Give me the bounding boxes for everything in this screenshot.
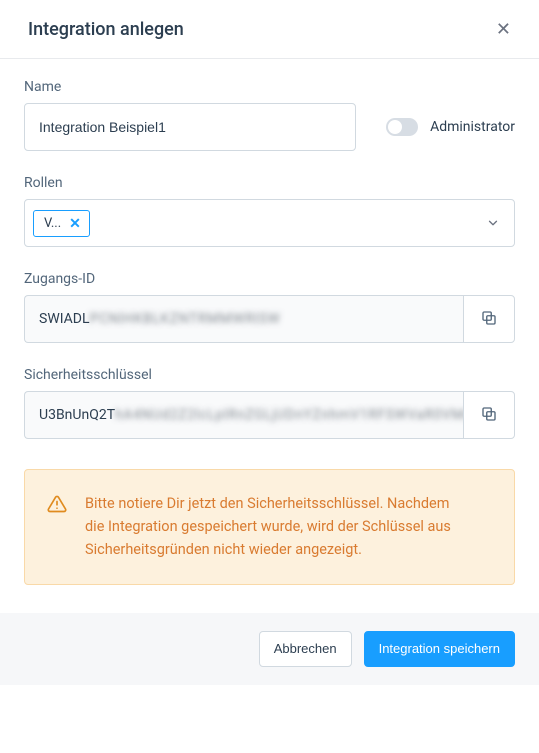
copy-secret-key-button[interactable] xyxy=(463,391,515,439)
copy-access-id-button[interactable] xyxy=(463,295,515,343)
admin-toggle-group: Administrator xyxy=(386,118,515,136)
modal: Integration anlegen ✕ Name Administrator… xyxy=(0,0,539,685)
role-tag-label: V... xyxy=(44,216,61,231)
modal-title: Integration anlegen xyxy=(28,19,184,40)
save-button[interactable]: Integration speichern xyxy=(364,631,515,667)
roles-field: Rollen V... ✕ xyxy=(24,175,515,247)
access-id-masked: PCNIHKBLKZNTRMMWRISW xyxy=(90,311,281,327)
warning-alert: Bitte notiere Dir jetzt den Sicherheitss… xyxy=(24,469,515,585)
secret-key-value: U3BnUnQ2ThA4NUd2Z2lcLpIRnZGLjUDnYZnhmV1R… xyxy=(24,391,463,439)
access-id-field: Zugangs-ID SWIADLPCNIHKBLKZNTRMMWRISW xyxy=(24,271,515,343)
secret-key-field: Sicherheitsschlüssel U3BnUnQ2ThA4NUd2Z2l… xyxy=(24,367,515,439)
secret-key-masked: hA4NUd2Z2lcLpIRnZGLjUDnYZnhmV1RFSWVaR0VM… xyxy=(115,407,463,423)
name-label: Name xyxy=(24,79,515,95)
secret-key-label: Sicherheitsschlüssel xyxy=(24,367,515,383)
access-id-row: SWIADLPCNIHKBLKZNTRMMWRISW xyxy=(24,295,515,343)
modal-body: Name Administrator Rollen V... ✕ xyxy=(0,59,539,613)
modal-footer: Abbrechen Integration speichern xyxy=(0,613,539,685)
modal-header: Integration anlegen ✕ xyxy=(0,0,539,59)
warning-icon xyxy=(47,494,67,562)
cancel-button[interactable]: Abbrechen xyxy=(259,631,352,667)
access-id-prefix: SWIADL xyxy=(39,311,90,327)
copy-icon xyxy=(480,405,498,426)
role-tag-remove[interactable]: ✕ xyxy=(69,216,81,230)
chevron-down-icon xyxy=(486,216,500,230)
close-icon: ✕ xyxy=(496,19,511,39)
name-field: Name Administrator xyxy=(24,79,515,151)
admin-toggle-label: Administrator xyxy=(430,119,515,135)
roles-label: Rollen xyxy=(24,175,515,191)
role-tag: V... ✕ xyxy=(33,210,90,237)
secret-key-prefix: U3BnUnQ2T xyxy=(39,407,115,423)
secret-key-row: U3BnUnQ2ThA4NUd2Z2lcLpIRnZGLjUDnYZnhmV1R… xyxy=(24,391,515,439)
copy-icon xyxy=(480,309,498,330)
close-icon: ✕ xyxy=(69,215,81,231)
name-row: Administrator xyxy=(24,103,515,151)
access-id-value: SWIADLPCNIHKBLKZNTRMMWRISW xyxy=(24,295,463,343)
admin-toggle[interactable] xyxy=(386,118,418,136)
name-input[interactable] xyxy=(24,103,356,151)
close-button[interactable]: ✕ xyxy=(492,16,515,42)
access-id-label: Zugangs-ID xyxy=(24,271,515,287)
roles-select[interactable]: V... ✕ xyxy=(24,199,515,247)
warning-text: Bitte notiere Dir jetzt den Sicherheitss… xyxy=(85,492,492,562)
